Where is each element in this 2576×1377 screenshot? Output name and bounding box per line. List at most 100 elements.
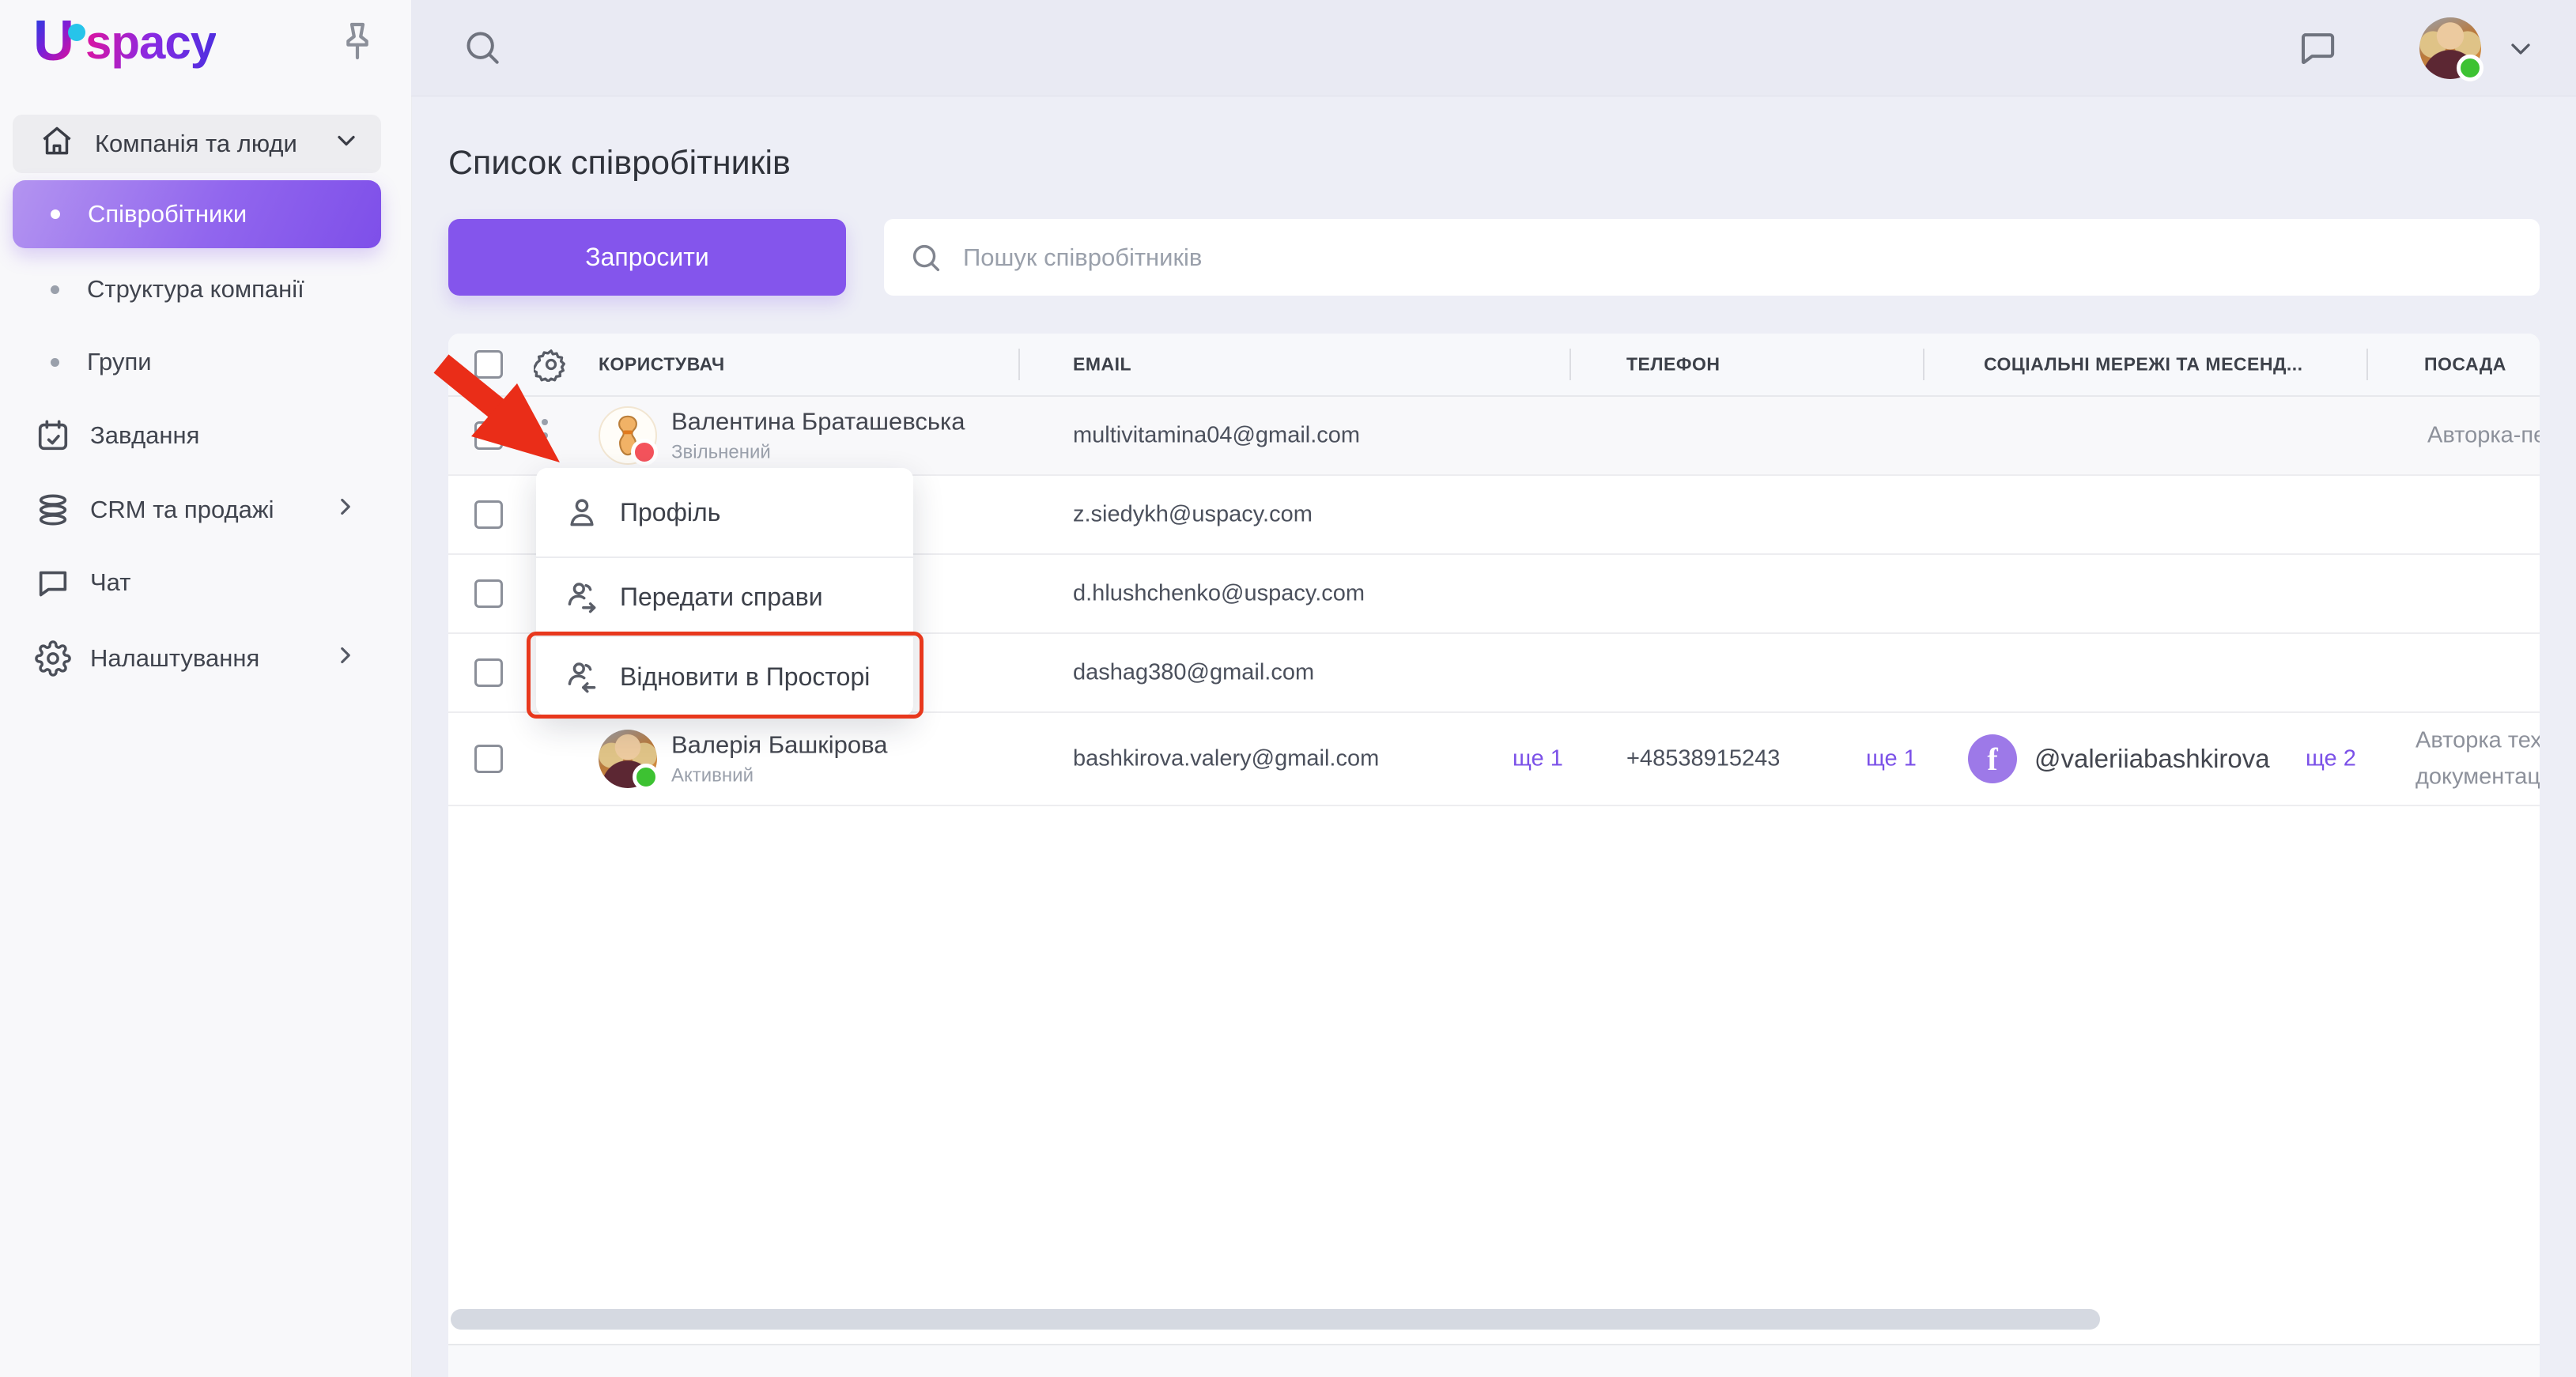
social-more-link[interactable]: ще 2 — [2306, 746, 2356, 772]
user-avatar[interactable] — [2419, 17, 2483, 81]
pin-sidebar-button[interactable] — [335, 19, 380, 63]
sidebar-item-groups[interactable]: Групи — [0, 326, 411, 398]
row-checkbox[interactable] — [474, 579, 503, 608]
employee-position: Авторка-пе — [2427, 422, 2540, 448]
online-status-dot — [2457, 55, 2483, 81]
logo-wordmark: spacy — [85, 16, 217, 69]
user-icon — [570, 499, 594, 526]
email-more-link[interactable]: ще 1 — [1513, 746, 1563, 772]
sidebar-item-chat[interactable]: Чат — [0, 546, 411, 619]
user-arrow-right-icon — [568, 583, 596, 613]
employee-name: Валентина Браташевська — [671, 407, 965, 436]
uspacy-logo[interactable]: U spacy — [33, 9, 217, 73]
employee-position: Авторка тех документац — [2415, 727, 2540, 790]
employee-email: multivitamina04@gmail.com — [1073, 422, 1361, 448]
facebook-icon[interactable]: f — [1968, 734, 2017, 783]
sidebar-section-label: Компанія та люди — [95, 130, 297, 157]
employee-email: d.hlushchenko@uspacy.com — [1073, 580, 1365, 606]
chat-bubble-icon — [2296, 33, 2339, 72]
column-divider — [1923, 349, 1924, 380]
search-icon — [460, 32, 504, 72]
employee-status: Звільнений — [671, 441, 771, 463]
avatar-photo — [599, 730, 659, 790]
phone-more-link[interactable]: ще 1 — [1866, 746, 1917, 772]
select-all-checkbox[interactable] — [474, 350, 503, 379]
column-header-phone[interactable]: ТЕЛЕФОН — [1626, 354, 1720, 375]
sidebar-item-company-structure[interactable]: Структура компанії — [0, 253, 411, 326]
sidebar-item-crm[interactable]: CRM та продажі — [0, 473, 411, 546]
logo-letter-u: U — [33, 9, 74, 73]
employee-search-input[interactable] — [961, 242, 2516, 273]
pin-icon — [335, 22, 380, 66]
bullet-icon — [51, 285, 59, 294]
column-header-email[interactable]: EMAIL — [1073, 354, 1131, 375]
employee-search-box — [884, 219, 2540, 296]
employee-name: Валерія Башкірова — [671, 730, 888, 759]
column-header-user[interactable]: КОРИСТУВАЧ — [599, 354, 725, 375]
calendar-check-icon — [35, 417, 71, 454]
table-row-employee[interactable]: Валентина Браташевська Звільнений multiv… — [448, 397, 2540, 476]
table-header-row: КОРИСТУВАЧ EMAIL ТЕЛЕФОН СОЦІАЛЬНІ МЕРЕЖ… — [448, 334, 2540, 397]
row-checkbox[interactable] — [474, 421, 503, 450]
menu-item-label: Профіль — [620, 497, 721, 526]
column-divider — [2366, 349, 2368, 380]
home-icon — [40, 123, 74, 164]
chevron-down-icon — [332, 126, 361, 161]
sidebar-item-settings[interactable]: Налаштування — [0, 622, 411, 695]
sidebar-section-company-people[interactable]: Компанія та люди — [13, 115, 381, 173]
table-footer-strip — [448, 1345, 2540, 1377]
employee-email: z.siedykh@uspacy.com — [1073, 501, 1313, 527]
row-context-menu: Профіль Передати справи Відновити в Прос… — [536, 468, 913, 716]
user-cell: Валентина Браташевська Звільнений — [671, 408, 965, 464]
horizontal-scrollbar-thumb[interactable] — [451, 1309, 2100, 1330]
page-title: Список співробітників — [448, 144, 791, 182]
row-checkbox[interactable] — [474, 658, 503, 687]
gear-icon — [35, 640, 71, 677]
context-menu-item-profile[interactable]: Профіль — [536, 468, 913, 556]
sidebar-item-label: Налаштування — [90, 644, 260, 672]
menu-item-label: Передати справи — [620, 582, 823, 611]
kebab-menu-icon[interactable] — [537, 414, 553, 457]
row-checkbox[interactable] — [474, 745, 503, 773]
column-divider — [1569, 349, 1571, 380]
chat-bubble-icon — [35, 564, 71, 601]
table-row-employee[interactable]: Валерія Башкірова Активний bashkirova.va… — [448, 713, 2540, 806]
status-dot-dismissed — [631, 439, 658, 466]
bullet-icon — [51, 209, 60, 219]
employee-status: Активний — [671, 764, 754, 787]
sidebar-item-tasks[interactable]: Завдання — [0, 399, 411, 472]
sidebar-item-label: Співробітники — [88, 200, 247, 228]
status-dot-active — [633, 764, 659, 790]
logo-dot — [68, 24, 85, 41]
sidebar: U spacy Компанія та люди Співробітники С… — [0, 0, 412, 1377]
chevron-right-icon — [332, 493, 359, 526]
context-menu-item-transfer[interactable]: Передати справи — [536, 558, 913, 636]
table-settings-gear-icon[interactable] — [531, 347, 568, 383]
avatar-peanut-sticker — [599, 406, 658, 466]
user-cell: Валерія Башкірова Активний — [671, 731, 888, 787]
uspacy-app-window: U spacy Компанія та люди Співробітники С… — [0, 0, 2576, 1377]
sidebar-item-employees[interactable]: Співробітники — [13, 180, 381, 248]
messages-button[interactable] — [2296, 27, 2339, 70]
employee-phone: +48538915243 — [1626, 745, 1781, 771]
sidebar-item-label: Завдання — [90, 421, 200, 449]
sidebar-item-label: CRM та продажі — [90, 496, 274, 523]
global-search-button[interactable] — [460, 25, 504, 70]
column-header-social[interactable]: СОЦІАЛЬНІ МЕРЕЖІ ТА МЕСЕНД... — [1984, 354, 2303, 375]
bullet-icon — [51, 357, 59, 367]
sidebar-item-label: Групи — [87, 348, 152, 375]
row-checkbox[interactable] — [474, 500, 503, 529]
context-menu-item-restore[interactable]: Відновити в Просторі — [536, 637, 913, 716]
user-arrow-left-icon — [568, 662, 596, 693]
sidebar-item-label: Чат — [90, 568, 131, 596]
invite-button[interactable]: Запросити — [448, 219, 846, 296]
column-header-position[interactable]: ПОСАДА — [2424, 354, 2506, 375]
menu-item-label: Відновити в Просторі — [620, 662, 871, 691]
topbar — [411, 0, 2576, 96]
database-icon — [35, 492, 71, 528]
social-handle[interactable]: @valeriiabashkirova — [2034, 744, 2270, 774]
chevron-down-icon — [2505, 43, 2536, 67]
employee-email: dashag380@gmail.com — [1073, 659, 1315, 685]
column-divider — [1018, 349, 1020, 380]
profile-menu-chevron[interactable] — [2505, 33, 2536, 65]
